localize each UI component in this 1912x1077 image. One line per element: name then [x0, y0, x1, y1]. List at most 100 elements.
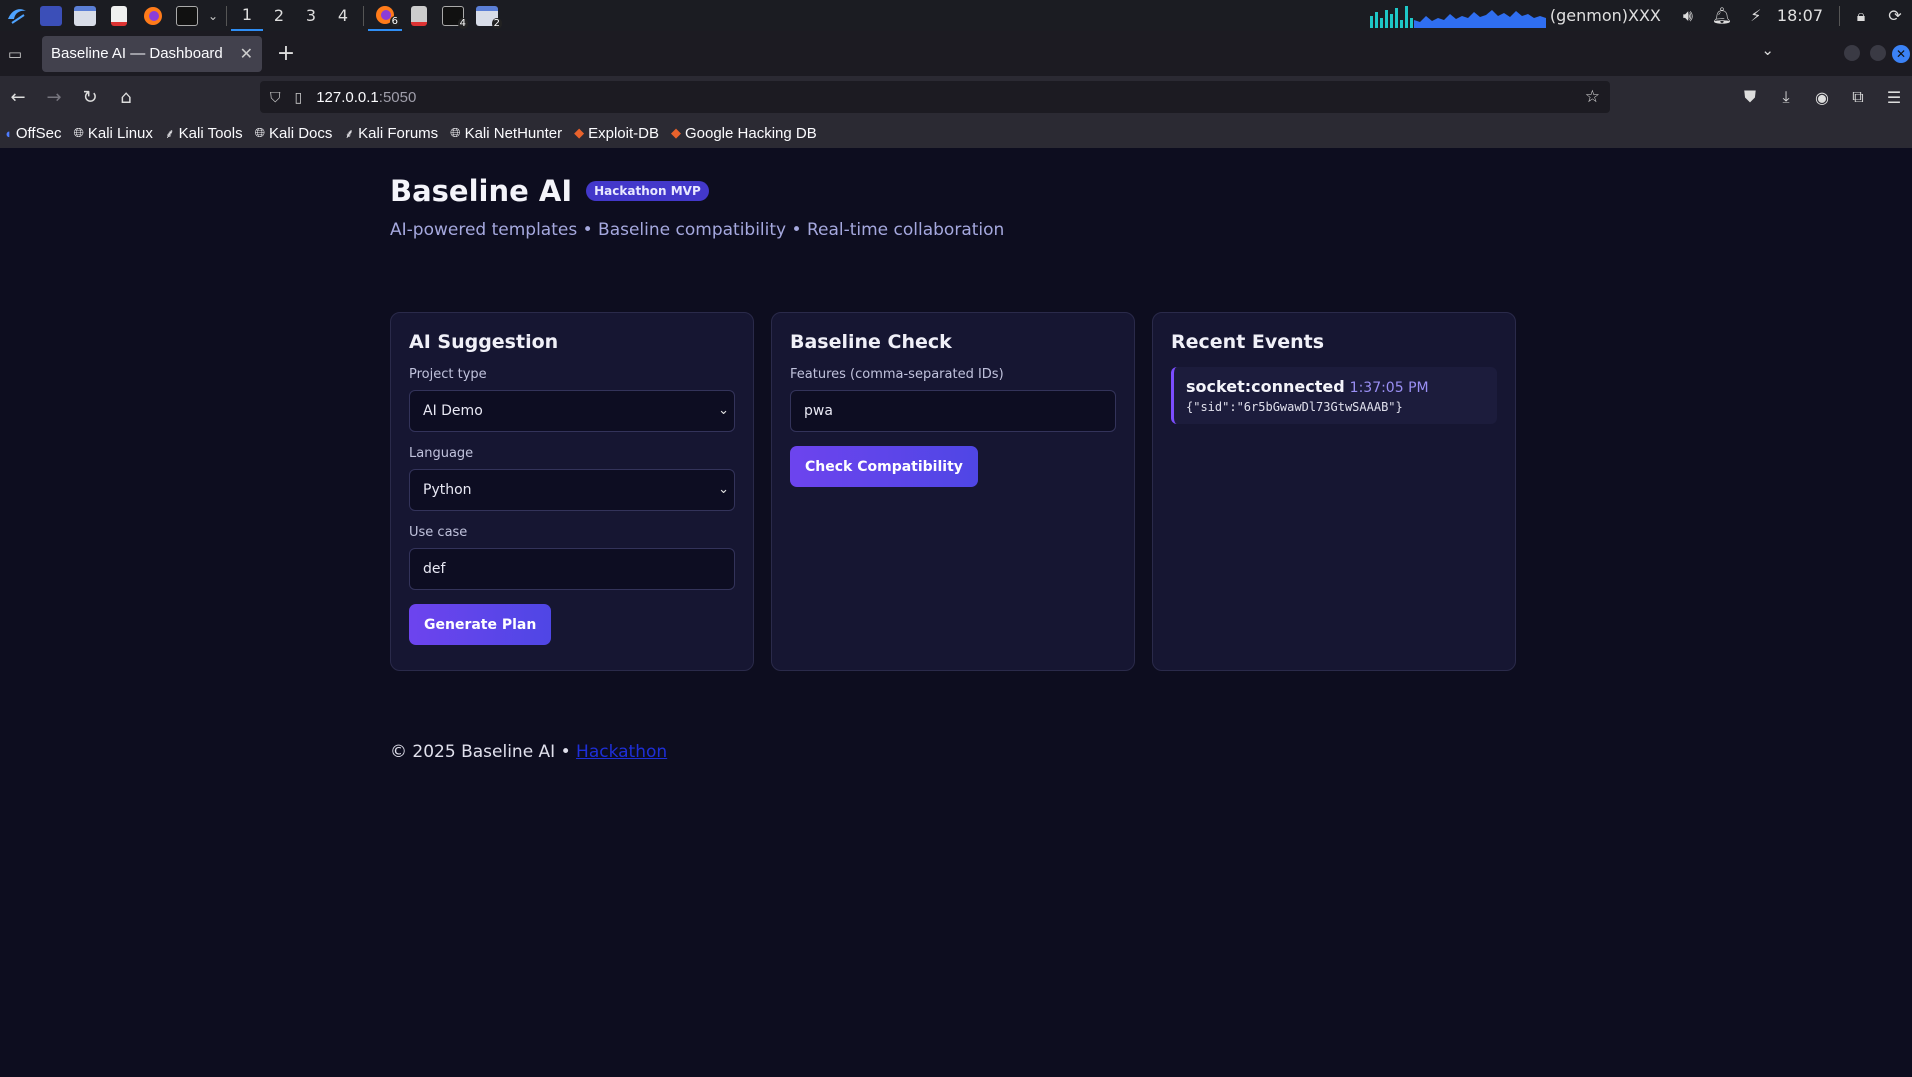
bookmarks-toolbar: ◖ OffSec 🌐︎ Kali Linux ⸙ Kali Tools 🌐︎ Kali … [0, 118, 1912, 148]
card-grid: AI Suggestion Project type AI Demo ⌄ Lan… [390, 312, 1516, 671]
system-taskbar: ⌄ 1 2 3 4 6 4 2 (genmon)XXX 🔊︎ 🔔︎ ⚡︎ 18:… [0, 0, 1912, 31]
minimize-window-button[interactable] [1844, 45, 1860, 61]
cpu-graph [1369, 5, 1546, 28]
ghdb-icon: ◆ [670, 125, 681, 140]
chevron-down-icon: ⌄ [718, 482, 729, 497]
terminal-icon[interactable] [170, 0, 204, 31]
bookmark-offsec[interactable]: ◖ OffSec [4, 125, 61, 142]
ai-suggestion-card: AI Suggestion Project type AI Demo ⌄ Lan… [390, 312, 754, 671]
card-heading: Recent Events [1171, 331, 1325, 353]
workspace-3[interactable]: 3 [295, 0, 327, 31]
event-item: socket:connected 1:37:05 PM {"sid":"6r5b… [1171, 367, 1497, 424]
terminal-window-button[interactable]: 4 [436, 0, 470, 31]
volume-icon[interactable]: 🔊︎ [1671, 0, 1705, 31]
url-port: :5050 [378, 88, 417, 106]
new-tab-button[interactable]: + [270, 38, 302, 70]
text-editor-icon[interactable] [102, 0, 136, 31]
baseline-check-card: Baseline Check Features (comma-separated… [771, 312, 1135, 671]
url-host: 127.0.0.1 [316, 88, 379, 106]
page-content: Baseline AI Hackathon MVP AI-powered tem… [0, 148, 1912, 1077]
bookmark-kali-tools[interactable]: ⸙ Kali Tools [165, 124, 243, 142]
bookmark-label: Google Hacking DB [684, 124, 817, 142]
workspace-4[interactable]: 4 [327, 0, 359, 31]
tab-close-icon[interactable]: ✕ [240, 44, 253, 64]
generate-plan-button[interactable]: Generate Plan [409, 604, 552, 645]
page-header: Baseline AI Hackathon MVP AI-powered tem… [390, 174, 1004, 240]
kali-dragon-icon: ⸙ [344, 126, 355, 141]
event-time: 1:37:05 PM [1349, 380, 1429, 396]
bookmark-label: Kali Docs [269, 124, 333, 142]
close-window-button[interactable]: ✕ [1892, 45, 1910, 63]
lock-icon[interactable]: 🔒︎ [1844, 0, 1878, 31]
logout-icon[interactable]: ⟳ [1878, 0, 1912, 31]
kali-dragon-icon: ⸙ [164, 126, 175, 141]
desktop-icon[interactable] [34, 0, 68, 31]
file-manager-icon[interactable] [68, 0, 102, 31]
bookmark-kali-linux[interactable]: 🌐︎ Kali Linux [73, 125, 152, 142]
bookmark-kali-nethunter[interactable]: 🌐︎ Kali NetHunter [450, 125, 562, 142]
taskbar-separator [226, 5, 227, 26]
chevron-down-icon: ⌄ [718, 403, 729, 418]
files-window-count: 2 [491, 18, 502, 29]
status-badge: Hackathon MVP [586, 181, 709, 201]
tab-title: Baseline AI — Dashboard [51, 45, 223, 62]
shield-icon[interactable]: ⛉ [270, 89, 281, 106]
chevron-down-icon[interactable]: ⌄ [204, 0, 222, 31]
maximize-window-button[interactable] [1870, 45, 1886, 61]
battery-charging-icon[interactable]: ⚡︎ [1739, 0, 1773, 31]
use-case-label: Use case [409, 525, 468, 540]
workspace-1[interactable]: 1 [231, 0, 263, 31]
pocket-icon[interactable]: ⛊ [1732, 81, 1768, 113]
kali-menu-icon[interactable] [0, 0, 34, 31]
event-payload: {"sid":"6r5bGwawDl73GtwSAAAB"} [1186, 400, 1403, 414]
firefox-icon[interactable] [136, 0, 170, 31]
firefox-window-button[interactable]: 6 [368, 0, 402, 31]
footer-text: © 2025 Baseline AI • [390, 742, 571, 762]
home-icon[interactable]: ⌂ [108, 81, 144, 113]
page-info-icon[interactable]: ▯ [295, 89, 303, 106]
bookmark-label: Kali Linux [87, 124, 153, 142]
use-case-input[interactable]: def [409, 548, 735, 590]
hackathon-link[interactable]: Hackathon [576, 742, 667, 762]
reload-icon[interactable]: ↻ [72, 81, 108, 113]
bookmark-kali-docs[interactable]: 🌐︎ Kali Docs [255, 125, 333, 142]
clock[interactable]: 18:07 [1777, 6, 1823, 25]
editor-window-button[interactable] [402, 0, 436, 31]
extensions-icon[interactable]: ⧉ [1840, 81, 1876, 113]
downloads-icon[interactable]: ⤓ [1768, 81, 1804, 113]
browser-tab-active[interactable]: Baseline AI — Dashboard ✕ [42, 35, 262, 72]
taskbar-separator [363, 5, 364, 26]
browser-navigation-bar: ← → ↻ ⌂ ⛉ ▯ 127.0.0.1:5050 ☆ ⛊ ⤓ ◉ ⧉ ☰ [0, 76, 1912, 118]
card-heading: Baseline Check [790, 331, 952, 353]
account-icon[interactable]: ◉ [1804, 81, 1840, 113]
back-arrow-icon[interactable]: ← [0, 81, 36, 113]
bookmark-kali-forums[interactable]: ⸙ Kali Forums [344, 124, 438, 142]
notification-bell-icon[interactable]: 🔔︎ [1705, 0, 1739, 31]
address-bar[interactable]: ⛉ ▯ 127.0.0.1:5050 ☆ [260, 81, 1610, 113]
bookmark-exploit-db[interactable]: ◆ Exploit-DB [574, 125, 659, 142]
list-all-tabs-icon[interactable]: ⌄ [1761, 41, 1774, 59]
check-compatibility-button[interactable]: Check Compatibility [790, 446, 978, 487]
forward-arrow-icon[interactable]: → [36, 81, 72, 113]
bookmark-google-hacking-db[interactable]: ◆ Google Hacking DB [671, 125, 817, 142]
project-type-label: Project type [409, 367, 487, 382]
event-name: socket:connected [1186, 377, 1345, 396]
hamburger-menu-icon[interactable]: ☰ [1876, 81, 1912, 113]
bookmark-label: Kali Tools [178, 124, 243, 142]
bookmark-star-icon[interactable]: ☆ [1585, 87, 1600, 107]
browser-tab-strip: ▭ Baseline AI — Dashboard ✕ + ⌄ ✕ [0, 31, 1912, 76]
genmon-label: (genmon)XXX [1549, 6, 1661, 25]
features-input[interactable]: pwa [790, 390, 1116, 432]
bookmark-label: Kali Forums [358, 124, 439, 142]
files-window-button[interactable]: 2 [470, 0, 504, 31]
page-subtitle: AI-powered templates • Baseline compatib… [390, 220, 1005, 240]
globe-icon: 🌐︎ [254, 125, 266, 140]
tab-overview-icon[interactable]: ▭ [2, 41, 28, 67]
page-title: Baseline AI [390, 174, 573, 208]
bookmark-label: Exploit-DB [588, 124, 659, 142]
project-type-select[interactable]: AI Demo ⌄ [409, 390, 735, 432]
taskbar-separator [1839, 5, 1840, 26]
terminal-window-count: 4 [457, 18, 468, 29]
workspace-2[interactable]: 2 [263, 0, 295, 31]
language-select[interactable]: Python ⌄ [409, 469, 735, 511]
